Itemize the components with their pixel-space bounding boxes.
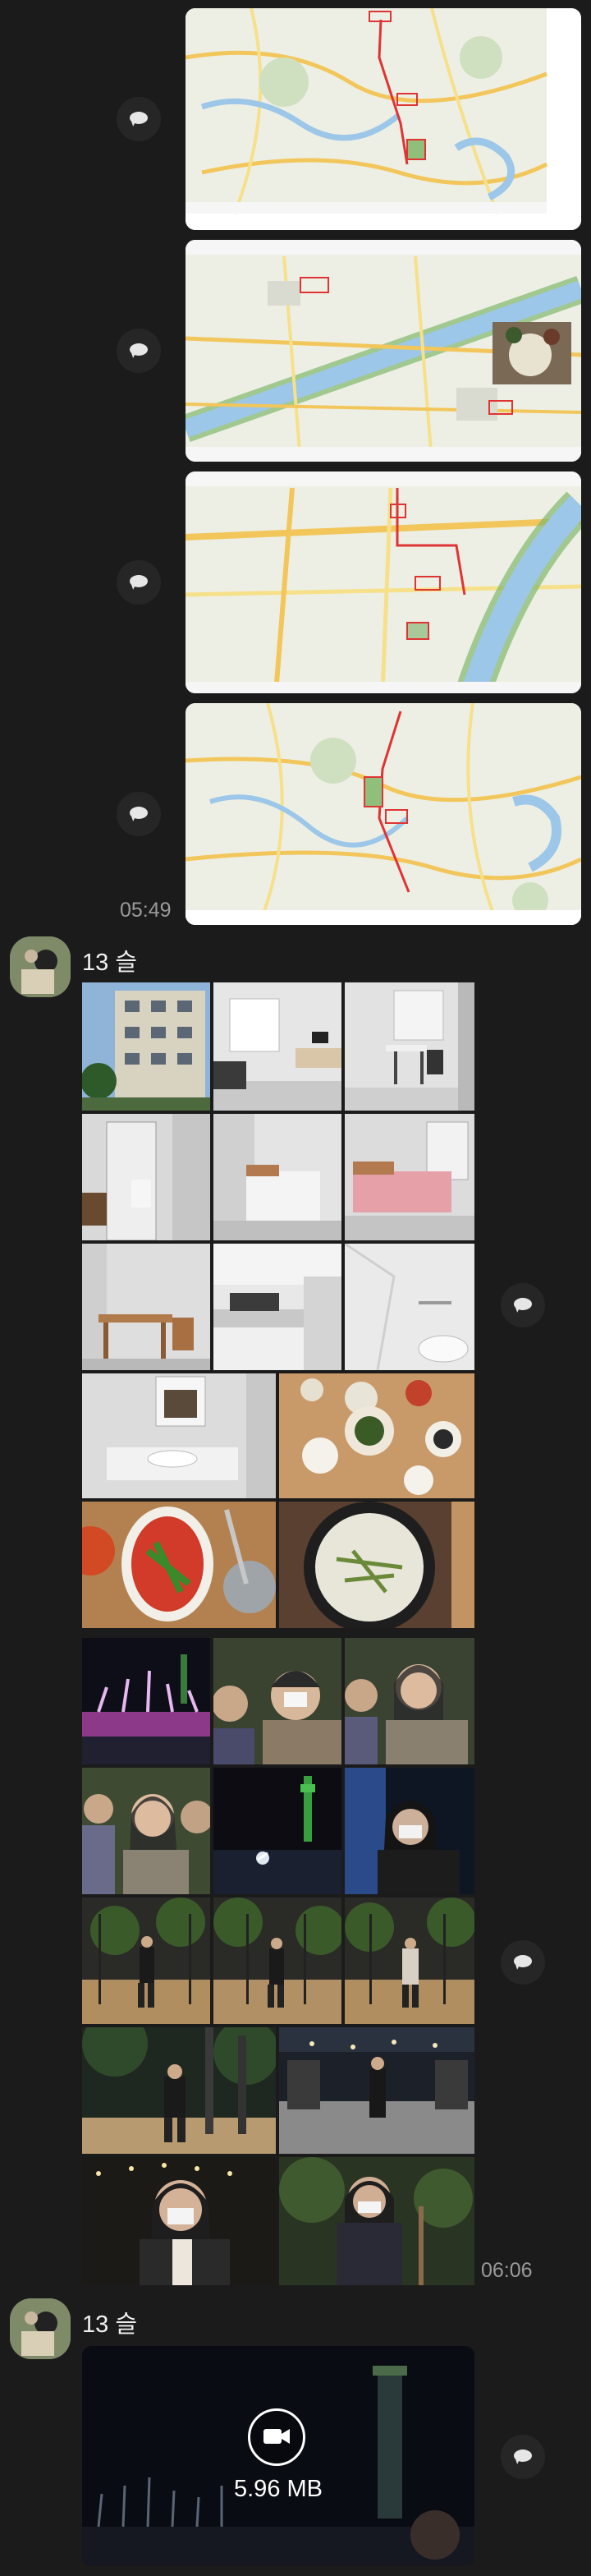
photo-thumbnail[interactable] bbox=[213, 1768, 341, 1894]
share-button[interactable] bbox=[117, 329, 161, 373]
photo-thumbnail[interactable] bbox=[82, 1244, 210, 1370]
video-thumbnail[interactable]: 5.96 MB bbox=[82, 2346, 474, 2566]
photo-thumbnail[interactable] bbox=[82, 1502, 276, 1628]
avatar[interactable] bbox=[10, 936, 71, 997]
photo-thumbnail[interactable] bbox=[213, 1638, 341, 1764]
share-button[interactable] bbox=[501, 1283, 545, 1327]
video-camera-icon bbox=[263, 2429, 290, 2444]
video-play-button[interactable] bbox=[248, 2408, 305, 2466]
avatar[interactable] bbox=[10, 2298, 71, 2359]
photo-thumbnail[interactable] bbox=[345, 1898, 474, 2024]
photo-thumbnail[interactable] bbox=[345, 982, 474, 1111]
avatar-image bbox=[10, 936, 71, 997]
speech-bubble-icon bbox=[514, 1298, 532, 1310]
message-time: 05:49 bbox=[120, 899, 172, 922]
sender-name: 13 슬 bbox=[82, 2312, 137, 2338]
map-image[interactable] bbox=[186, 8, 581, 230]
share-button[interactable] bbox=[117, 560, 161, 605]
photo-thumbnail[interactable] bbox=[82, 2157, 276, 2285]
photo-thumbnail[interactable] bbox=[82, 1898, 210, 2024]
speech-bubble-icon bbox=[130, 575, 148, 587]
speech-bubble-icon bbox=[514, 2450, 532, 2462]
photo-thumbnail[interactable] bbox=[279, 2157, 474, 2285]
photo-thumbnail[interactable] bbox=[279, 1373, 474, 1498]
photo-thumbnail[interactable] bbox=[82, 1114, 210, 1240]
photo-thumbnail[interactable] bbox=[279, 1502, 474, 1628]
avatar-image bbox=[10, 2298, 71, 2359]
photo-thumbnail[interactable] bbox=[82, 982, 210, 1111]
share-button[interactable] bbox=[117, 792, 161, 836]
photo-thumbnail[interactable] bbox=[82, 1373, 276, 1498]
photo-thumbnail[interactable] bbox=[213, 1244, 341, 1370]
speech-bubble-icon bbox=[130, 807, 148, 819]
message-time: 06:06 bbox=[481, 2259, 533, 2282]
map-image[interactable] bbox=[186, 240, 581, 462]
photo-thumbnail[interactable] bbox=[345, 1114, 474, 1240]
photo-thumbnail[interactable] bbox=[213, 1898, 341, 2024]
share-button[interactable] bbox=[501, 2435, 545, 2479]
speech-bubble-icon bbox=[130, 343, 148, 356]
video-file-size: 5.96 MB bbox=[234, 2476, 323, 2502]
photo-thumbnail[interactable] bbox=[82, 2027, 276, 2154]
photo-thumbnail[interactable] bbox=[345, 1768, 474, 1894]
photo-thumbnail[interactable] bbox=[279, 2027, 474, 2154]
share-button[interactable] bbox=[117, 97, 161, 141]
sender-name: 13 슬 bbox=[82, 950, 137, 976]
speech-bubble-icon bbox=[514, 1955, 532, 1967]
photo-thumbnail[interactable] bbox=[213, 1114, 341, 1240]
photo-thumbnail[interactable] bbox=[82, 1768, 210, 1894]
map-image[interactable] bbox=[186, 472, 581, 693]
speech-bubble-icon bbox=[130, 112, 148, 124]
photo-thumbnail[interactable] bbox=[345, 1638, 474, 1764]
photo-thumbnail[interactable] bbox=[82, 1638, 210, 1764]
map-image[interactable] bbox=[186, 703, 581, 925]
photo-thumbnail[interactable] bbox=[213, 982, 341, 1111]
share-button[interactable] bbox=[501, 1940, 545, 1985]
photo-thumbnail[interactable] bbox=[345, 1244, 474, 1370]
